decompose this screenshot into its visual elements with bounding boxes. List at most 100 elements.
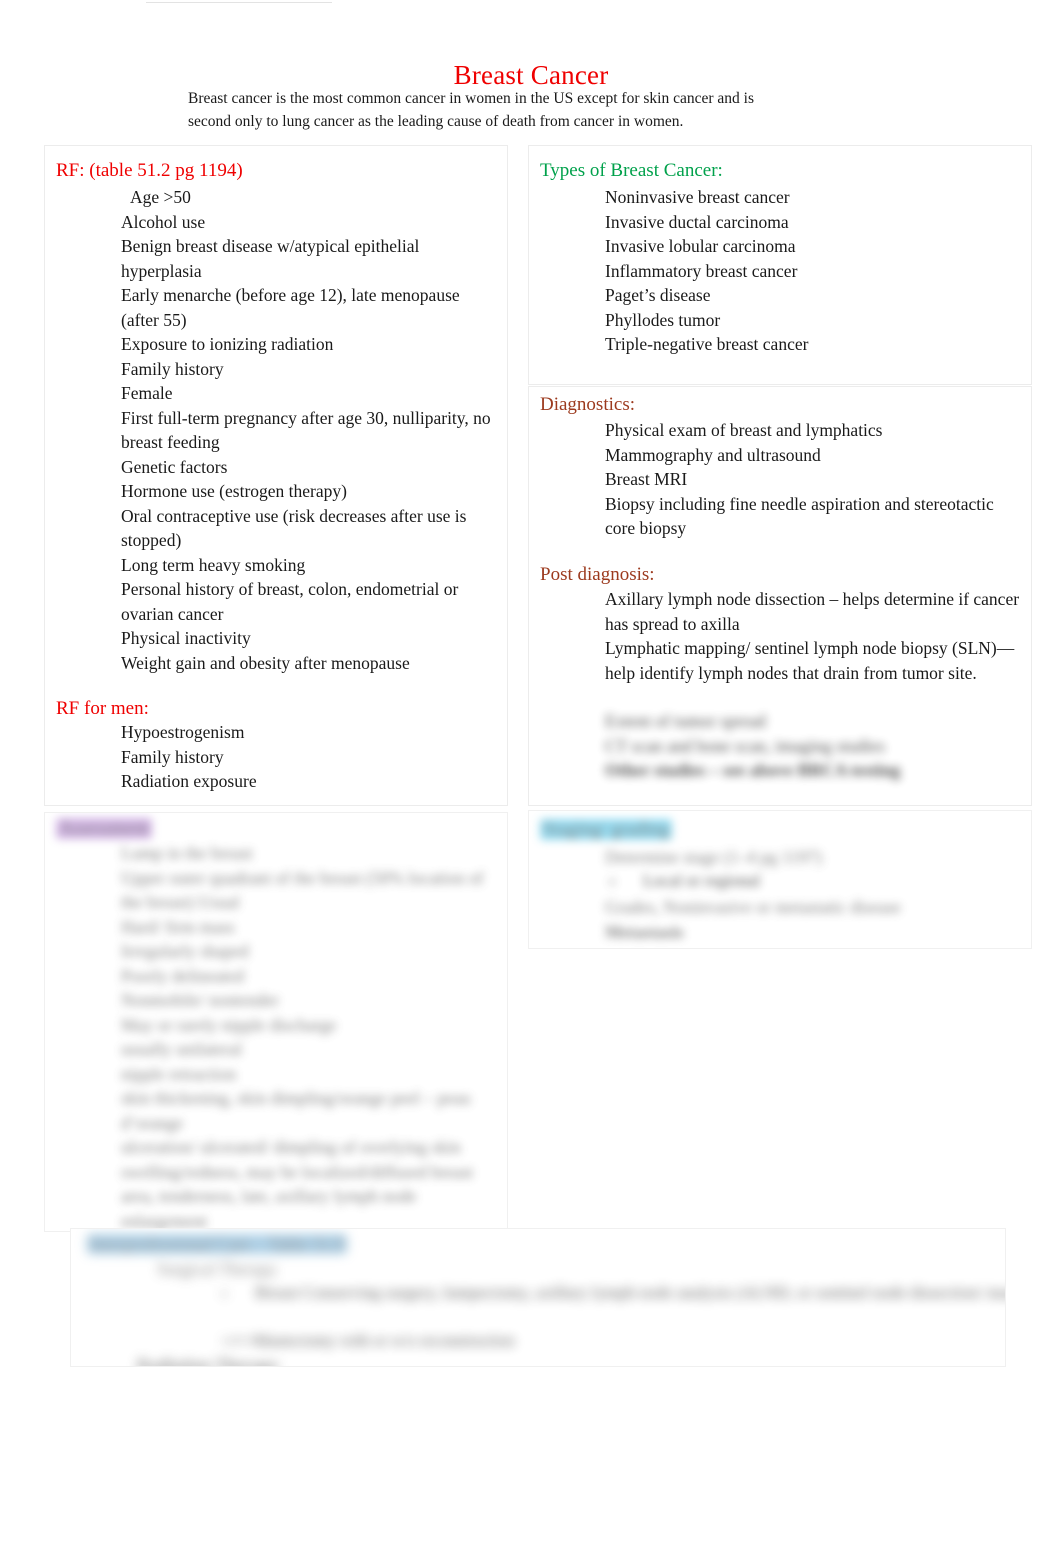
list-item: Genetic factors (45, 455, 497, 480)
bullet-box-icon (84, 458, 97, 475)
list-item: Surgical Therapy (131, 1257, 991, 1282)
list-item: May or rarely nipple discharge (45, 1013, 497, 1038)
bullet-box-icon (84, 581, 97, 597)
list-item: Paget’s disease (529, 283, 1023, 308)
list-item: usually unilateral (121, 1039, 243, 1059)
list-item: Benign breast disease w/atypical epithel… (45, 234, 497, 283)
bullet-box-icon (84, 1016, 97, 1033)
list-item: Physical inactivity (45, 626, 497, 651)
panel-interprofessional-care: Interprofessional Care – Table 51.9 Surg… (70, 1228, 1006, 1367)
risk-factors-men-list: Hypoestrogenism Family history Radiation… (45, 720, 497, 794)
bullet-box-icon (84, 507, 97, 524)
dash-bullet-icon: \u2014 (221, 1333, 255, 1347)
top-clipped-rule (146, 2, 332, 3)
list-item: Radiation Therapy (111, 1353, 971, 1366)
list-item: Axillary lymph node dissection – helps d… (529, 587, 1023, 636)
bullet-box-icon (84, 918, 97, 935)
therapy-heading: Interprofessional Care – Table 51.9 (87, 1231, 347, 1257)
bullet-box-icon (150, 91, 163, 107)
list-item: First full-term pregnancy after age 30, … (45, 406, 497, 455)
bullet-box-icon (84, 360, 97, 377)
bullet-box-icon (84, 1139, 97, 1155)
list-item: Hypoestrogenism (45, 720, 497, 745)
post-diagnosis-list: Axillary lymph node dissection – helps d… (529, 587, 1023, 685)
bullet-box-icon (568, 640, 581, 656)
bullet-box-icon (84, 992, 97, 1008)
list-item: skin thickening, skin dimpling/orange pe… (45, 1086, 497, 1135)
list-item: swelling/redness, may be localized/diffu… (45, 1160, 497, 1232)
bullet-box-icon (568, 495, 581, 512)
bullet-box-icon (84, 630, 97, 646)
list-item: Phyllodes tumor (529, 308, 1023, 333)
bullet-box-icon (568, 899, 581, 915)
list-item: Family history (45, 745, 497, 770)
bullet-box-icon (84, 213, 97, 230)
bullet-box-icon (568, 336, 581, 352)
panel-types-of-breast-cancer: Types of Breast Cancer: Noninvasive brea… (528, 145, 1032, 385)
bullet-box-icon (568, 213, 581, 230)
list-item: Long term heavy smoking (45, 553, 497, 578)
diagnostics-heading: Diagnostics: (540, 394, 635, 415)
list-item: Biopsy including fine needle aspiration … (529, 492, 1023, 541)
assessment-heading: Assessment (56, 816, 152, 842)
bullet-box-icon (84, 1090, 97, 1106)
list-item: Exposure to ionizing radiation (45, 332, 497, 357)
list-item: Invasive lobular carcinoma (529, 234, 1023, 259)
bullet-box-icon (84, 189, 97, 205)
bullet-box-icon (568, 446, 581, 463)
list-item: Noninvasive breast cancer (529, 185, 1023, 210)
bullet-box-icon (84, 967, 97, 984)
risk-factors-men-heading: RF for men: (56, 698, 149, 719)
list-item: Radiation exposure (45, 769, 497, 794)
risk-factors-list: Age >50 Alcohol use Benign breast diseas… (45, 185, 497, 675)
list-item: o Local or regional (609, 869, 1031, 893)
bullet-box-icon (568, 422, 581, 438)
list-item: Metastasis (529, 920, 1023, 945)
bullet-box-icon (84, 409, 97, 426)
intro-text: Breast cancer is the most common cancer … (188, 90, 754, 130)
panel-risk-factors: RF: (table 51.2 pg 1194) Age >50 Alcohol… (44, 145, 508, 806)
staging-list: Determine stage (1–4 pg 1197) (529, 845, 1023, 870)
list-item: CT scan and bone scan, imaging studies (529, 734, 1023, 759)
staging-sublist: o Local or regional (529, 869, 1031, 893)
bullet-box-icon (568, 849, 581, 865)
intro-paragraph: Breast cancer is the most common cancer … (150, 88, 790, 133)
list-item: Age >50 (45, 185, 497, 210)
list-item: Personal history of breast, colon, endom… (45, 577, 497, 626)
bullet-box-icon (84, 724, 97, 740)
bullet-box-icon (568, 189, 581, 205)
bullet-box-icon (568, 591, 581, 607)
list-item: Hormone use (estrogen therapy) (45, 479, 497, 504)
list-item: Lump in the breast (45, 841, 497, 866)
types-heading: Types of Breast Cancer: (540, 160, 723, 181)
list-item: nipple retraction (45, 1062, 497, 1087)
bullet-box-icon (84, 943, 97, 959)
list-item: Invasive ductal carcinoma (529, 210, 1023, 235)
list-item: \u2014 Mastectomy with or w/o reconstruct… (221, 1331, 515, 1350)
bullet-box-icon (568, 762, 581, 778)
list-item: Irregularly shaped (45, 939, 497, 964)
bullet-box-icon (568, 262, 581, 279)
list-item: Weight gain and obesity after menopause (45, 651, 497, 676)
panel-assessment: Assessment Lump in the breast Upper oute… (44, 812, 508, 1232)
bullet-box-icon (568, 471, 581, 487)
staging-heading: Staging/ grading (540, 817, 673, 843)
bullet-box-icon (84, 845, 97, 861)
bullet-box-icon (568, 287, 581, 303)
circle-bullet-icon: o (221, 1285, 228, 1300)
bullet-box-icon (131, 1261, 144, 1277)
bullet-box-icon (84, 483, 97, 499)
circle-bullet-icon: o (609, 873, 616, 888)
list-item: Early menarche (before age 12), late men… (45, 283, 497, 332)
therapy-sublist-2: \u2014 Mastectomy with or w/o reconstruct… (91, 1329, 1005, 1352)
list-item: Extent of tumor spread (605, 711, 766, 731)
bullet-box-icon (568, 923, 581, 940)
types-list: Noninvasive breast cancer Invasive ducta… (529, 185, 1023, 357)
therapy-sublist: o Breast Conserving surgery, lumpectomy, … (141, 1281, 1005, 1305)
bullet-box-icon (568, 311, 581, 328)
page-title: Breast Cancer (453, 60, 609, 90)
list-item: Oral contraceptive use (risk decreases a… (45, 504, 497, 553)
panel-staging: Staging/ grading Determine stage (1–4 pg… (528, 810, 1032, 949)
list-item: Female (45, 381, 497, 406)
risk-factors-heading: RF: (table 51.2 pg 1194) (56, 160, 243, 181)
